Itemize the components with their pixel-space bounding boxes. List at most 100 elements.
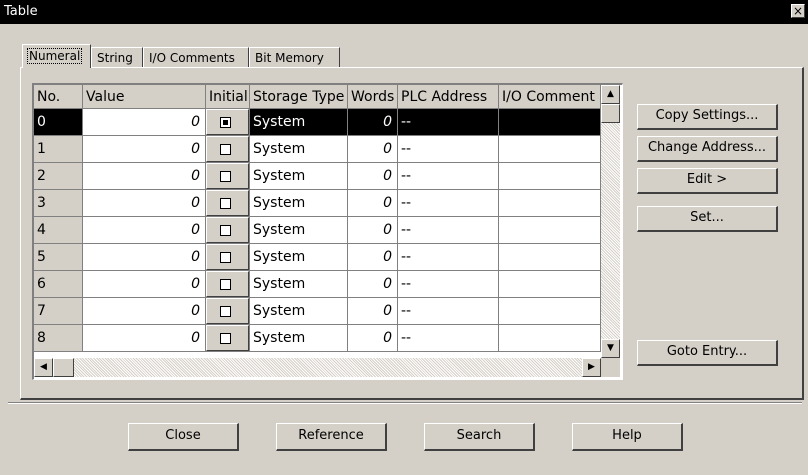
initial-checkbox[interactable] <box>220 252 231 263</box>
initial-toggle[interactable] <box>206 298 249 324</box>
cell-value[interactable]: 0 <box>83 109 206 136</box>
initial-toggle[interactable] <box>206 109 249 135</box>
cell-io-comment[interactable] <box>499 109 601 136</box>
cell-io-comment[interactable] <box>499 217 601 244</box>
cell-no[interactable]: 1 <box>34 136 83 163</box>
initial-toggle[interactable] <box>206 325 249 351</box>
cell-plc-address[interactable]: -- <box>398 136 499 163</box>
cell-initial[interactable] <box>206 217 250 244</box>
initial-checkbox[interactable] <box>220 306 231 317</box>
table-row[interactable]: 5 0 System 0 -- <box>34 244 602 271</box>
cell-no[interactable]: 0 <box>34 109 83 136</box>
initial-toggle[interactable] <box>206 217 249 243</box>
cell-initial[interactable] <box>206 298 250 325</box>
help-button[interactable]: Help <box>572 423 683 451</box>
cell-words[interactable]: 0 <box>348 271 398 298</box>
col-header-value[interactable]: Value <box>83 85 206 109</box>
horizontal-scrollbar[interactable]: ◀ ▶ <box>34 358 601 377</box>
table-row[interactable]: 1 0 System 0 -- <box>34 136 602 163</box>
cell-initial[interactable] <box>206 325 250 352</box>
scroll-down-icon[interactable]: ▼ <box>601 339 620 358</box>
cell-plc-address[interactable]: -- <box>398 109 499 136</box>
cell-no[interactable]: 7 <box>34 298 83 325</box>
cell-no[interactable]: 8 <box>34 325 83 352</box>
cell-words[interactable]: 0 <box>348 190 398 217</box>
cell-words[interactable]: 0 <box>348 298 398 325</box>
cell-value[interactable]: 0 <box>83 136 206 163</box>
vertical-scroll-thumb[interactable] <box>601 104 620 123</box>
cell-value[interactable]: 0 <box>83 325 206 352</box>
cell-io-comment[interactable] <box>499 163 601 190</box>
cell-value[interactable]: 0 <box>83 244 206 271</box>
col-header-words[interactable]: Words <box>348 85 398 109</box>
cell-plc-address[interactable]: -- <box>398 163 499 190</box>
goto-entry-button[interactable]: Goto Entry... <box>637 340 778 366</box>
cell-plc-address[interactable]: -- <box>398 244 499 271</box>
cell-io-comment[interactable] <box>499 271 601 298</box>
cell-initial[interactable] <box>206 136 250 163</box>
cell-storage-type[interactable]: System <box>250 217 348 244</box>
table-row[interactable]: 6 0 System 0 -- <box>34 271 602 298</box>
horizontal-scroll-thumb[interactable] <box>53 358 74 377</box>
data-table[interactable]: No. Value Initial Storage Type Words PLC… <box>32 83 623 380</box>
cell-initial[interactable] <box>206 109 250 136</box>
cell-no[interactable]: 2 <box>34 163 83 190</box>
table-row[interactable]: 2 0 System 0 -- <box>34 163 602 190</box>
initial-checkbox[interactable] <box>220 117 231 128</box>
scroll-left-icon[interactable]: ◀ <box>34 358 53 377</box>
cell-storage-type[interactable]: System <box>250 163 348 190</box>
cell-storage-type[interactable]: System <box>250 244 348 271</box>
cell-storage-type[interactable]: System <box>250 271 348 298</box>
cell-value[interactable]: 0 <box>83 271 206 298</box>
cell-storage-type[interactable]: System <box>250 325 348 352</box>
col-header-plc-address[interactable]: PLC Address <box>398 85 499 109</box>
copy-settings-button[interactable]: Copy Settings... <box>637 104 778 130</box>
cell-io-comment[interactable] <box>499 190 601 217</box>
col-header-no[interactable]: No. <box>34 85 83 109</box>
table-row[interactable]: 7 0 System 0 -- <box>34 298 602 325</box>
cell-io-comment[interactable] <box>499 244 601 271</box>
initial-checkbox[interactable] <box>220 144 231 155</box>
initial-toggle[interactable] <box>206 163 249 189</box>
table-row[interactable]: 3 0 System 0 -- <box>34 190 602 217</box>
table-row[interactable]: 8 0 System 0 -- <box>34 325 602 352</box>
close-button[interactable]: Close <box>128 423 239 451</box>
cell-words[interactable]: 0 <box>348 217 398 244</box>
cell-value[interactable]: 0 <box>83 163 206 190</box>
col-header-io-comment[interactable]: I/O Comment <box>499 85 601 109</box>
initial-toggle[interactable] <box>206 244 249 270</box>
cell-no[interactable]: 3 <box>34 190 83 217</box>
cell-words[interactable]: 0 <box>348 325 398 352</box>
cell-io-comment[interactable] <box>499 298 601 325</box>
vertical-scrollbar[interactable]: ▲ ▼ <box>601 85 620 358</box>
cell-plc-address[interactable]: -- <box>398 271 499 298</box>
close-icon[interactable]: × <box>791 4 805 18</box>
cell-words[interactable]: 0 <box>348 136 398 163</box>
cell-initial[interactable] <box>206 163 250 190</box>
cell-plc-address[interactable]: -- <box>398 325 499 352</box>
scroll-right-icon[interactable]: ▶ <box>582 358 601 377</box>
change-address-button[interactable]: Change Address... <box>637 136 778 162</box>
initial-checkbox[interactable] <box>220 333 231 344</box>
cell-words[interactable]: 0 <box>348 109 398 136</box>
cell-io-comment[interactable] <box>499 325 601 352</box>
cell-initial[interactable] <box>206 244 250 271</box>
col-header-storage-type[interactable]: Storage Type <box>250 85 348 109</box>
initial-checkbox[interactable] <box>220 198 231 209</box>
table-row[interactable]: 0 0 System 0 -- <box>34 109 602 136</box>
set-button[interactable]: Set... <box>637 206 778 232</box>
cell-storage-type[interactable]: System <box>250 190 348 217</box>
tab-numeral[interactable]: Numeral <box>22 44 91 68</box>
cell-value[interactable]: 0 <box>83 298 206 325</box>
reference-button[interactable]: Reference <box>276 423 387 451</box>
scroll-up-icon[interactable]: ▲ <box>601 85 620 104</box>
cell-words[interactable]: 0 <box>348 163 398 190</box>
cell-value[interactable]: 0 <box>83 217 206 244</box>
tab-string[interactable]: String <box>91 47 143 67</box>
edit-button[interactable]: Edit > <box>637 168 778 194</box>
cell-io-comment[interactable] <box>499 136 601 163</box>
initial-checkbox[interactable] <box>220 279 231 290</box>
initial-toggle[interactable] <box>206 190 249 216</box>
initial-toggle[interactable] <box>206 136 249 162</box>
cell-words[interactable]: 0 <box>348 244 398 271</box>
